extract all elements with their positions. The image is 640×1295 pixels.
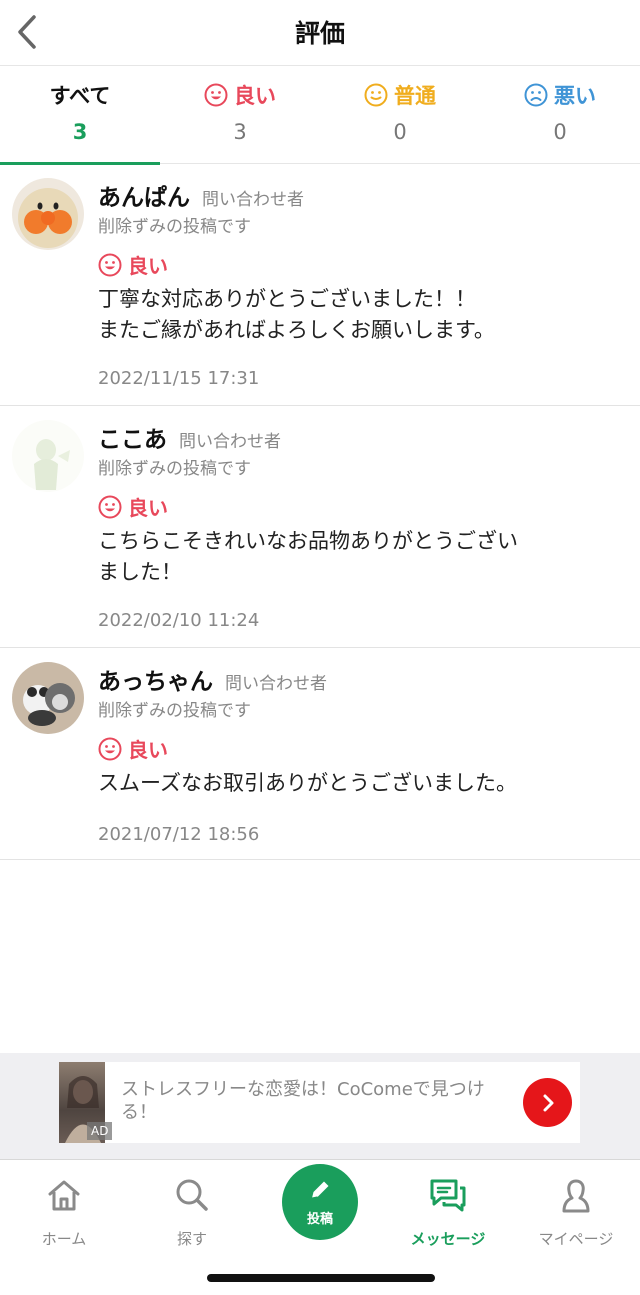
ad-text[interactable]: ストレスフリーな恋愛は！CoComeで見つける！ xyxy=(121,1078,501,1124)
tab-bad-label: 悪い xyxy=(554,84,596,108)
post-label: 投稿 xyxy=(306,1212,333,1227)
home-indicator xyxy=(207,1274,435,1282)
rating-label: 良い xyxy=(98,250,168,279)
smile-icon xyxy=(98,253,122,276)
nav-home-label: ホーム xyxy=(41,1230,87,1248)
review-comment: こちらこそきれいなお品物ありがとうござい ました！ xyxy=(98,529,518,584)
deleted-post-note: 削除ずみの投稿です xyxy=(98,459,251,479)
search-icon xyxy=(176,1179,208,1211)
avatar[interactable] xyxy=(12,420,84,492)
avatar[interactable] xyxy=(12,662,84,734)
smile-icon xyxy=(98,495,122,518)
nav-search-label: 探す xyxy=(176,1230,207,1248)
smile-icon xyxy=(98,737,122,760)
user-icon xyxy=(562,1179,590,1213)
ad-banner[interactable]: AD ストレスフリーな恋愛は！CoComeで見つける！ xyxy=(59,1062,580,1143)
tab-all-label: すべて xyxy=(49,84,111,108)
page-title: 評価 xyxy=(294,19,345,48)
tab-normal[interactable]: 普通 0 xyxy=(320,66,480,164)
nav-messages[interactable]: メッセージ xyxy=(384,1170,512,1250)
home-icon xyxy=(48,1180,80,1211)
tab-bad-count: 0 xyxy=(553,120,567,144)
reviewer-role: 問い合わせ者 xyxy=(202,190,304,210)
reviewer-name[interactable]: あんぱん xyxy=(98,178,190,212)
header: 評価 xyxy=(0,0,640,66)
ad-area: AD ストレスフリーな恋愛は！CoComeで見つける！ xyxy=(0,1053,640,1159)
tab-good-count: 3 xyxy=(233,120,247,144)
rating-text: 良い xyxy=(128,738,168,762)
review-comment: スムーズなお取引ありがとうございました。 xyxy=(98,771,517,795)
chevron-right-icon xyxy=(543,1094,553,1111)
tab-normal-count: 0 xyxy=(393,120,407,144)
rating-label: 良い xyxy=(98,734,168,763)
pencil-icon xyxy=(311,1181,329,1199)
nav-messages-label: メッセージ xyxy=(410,1230,486,1248)
review-date: 2021/07/12 18:56 xyxy=(98,824,260,845)
tab-all-count: 3 xyxy=(72,120,88,144)
rating-text: 良い xyxy=(128,496,168,520)
neutral-face-icon xyxy=(364,83,388,107)
reviewer-name[interactable]: あっちゃん xyxy=(98,662,213,696)
ad-open-button[interactable] xyxy=(523,1078,572,1127)
review-date: 2022/02/10 11:24 xyxy=(98,610,260,631)
message-icon xyxy=(430,1179,466,1212)
review-item[interactable]: ここあ 問い合わせ者 削除ずみの投稿です 良い こちらこそきれいなお品物ありがと… xyxy=(0,406,640,648)
nav-mypage-label: マイページ xyxy=(538,1230,614,1248)
nav-mypage[interactable]: マイページ xyxy=(512,1170,640,1250)
post-button[interactable]: 投稿 xyxy=(282,1164,358,1240)
review-date: 2022/11/15 17:31 xyxy=(98,368,260,389)
nav-search[interactable]: 探す xyxy=(128,1170,256,1250)
reviewer-name[interactable]: ここあ xyxy=(98,420,167,454)
nav-home[interactable]: ホーム xyxy=(0,1170,128,1250)
review-item[interactable]: あっちゃん 問い合わせ者 削除ずみの投稿です 良い スムーズなお取引ありがとうご… xyxy=(0,648,640,860)
ad-badge: AD xyxy=(87,1122,113,1140)
reviewer-role: 問い合わせ者 xyxy=(225,674,327,694)
sad-face-icon xyxy=(524,83,548,107)
tab-good-label: 良い xyxy=(234,84,276,108)
tab-normal-label: 普通 xyxy=(394,84,436,108)
rating-label: 良い xyxy=(98,492,168,521)
tab-good[interactable]: 良い 3 xyxy=(160,66,320,164)
tab-bad[interactable]: 悪い 0 xyxy=(480,66,640,164)
avatar[interactable] xyxy=(12,178,84,250)
deleted-post-note: 削除ずみの投稿です xyxy=(98,217,251,237)
rating-tabs: すべて 3 良い 3 普通 0 悪い 0 xyxy=(0,66,640,165)
review-item[interactable]: あんぱん 問い合わせ者 削除ずみの投稿です 良い 丁寧な対応ありがとうございまし… xyxy=(0,164,640,406)
deleted-post-note: 削除ずみの投稿です xyxy=(98,701,251,721)
bottom-nav: ホーム 探す 投稿 メッセージ マイページ xyxy=(0,1159,640,1295)
review-comment: 丁寧な対応ありがとうございました！！ またご縁があればよろしくお願いします。 xyxy=(98,287,495,342)
reviewer-role: 問い合わせ者 xyxy=(179,432,281,452)
smile-icon xyxy=(204,83,228,107)
tab-all[interactable]: すべて 3 xyxy=(0,66,160,165)
rating-text: 良い xyxy=(128,254,168,278)
